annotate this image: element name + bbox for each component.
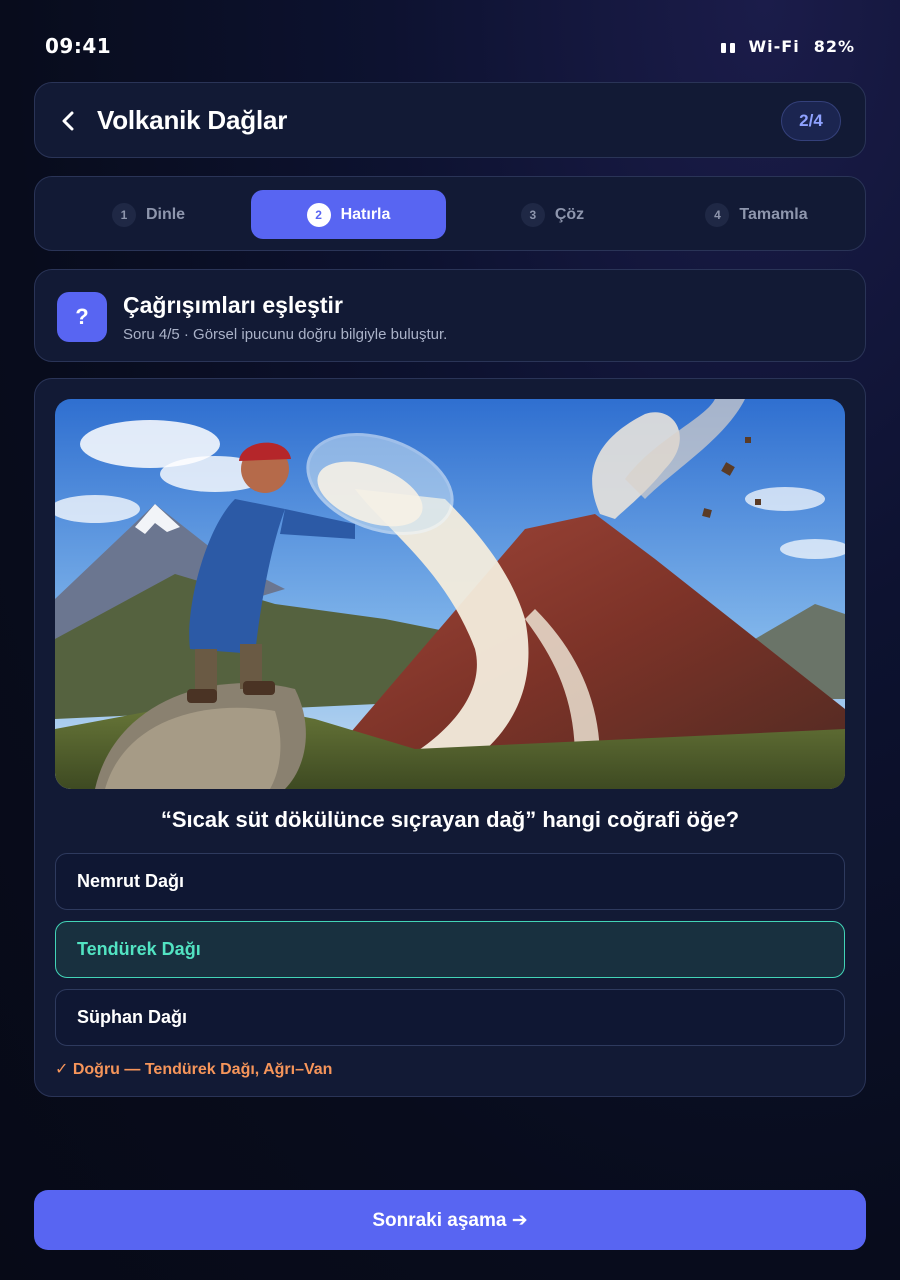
- option-label: Nemrut Dağı: [77, 871, 185, 891]
- step-tamamla[interactable]: 4 Tamamla: [659, 190, 854, 239]
- question-mark-icon: ?: [57, 292, 107, 342]
- stepper: 1 Dinle 2 Hatırla 3 Çöz 4 Tamamla: [34, 176, 866, 251]
- option-nemrut[interactable]: Nemrut Dağı: [55, 853, 845, 910]
- step-dinle[interactable]: 1 Dinle: [51, 190, 246, 239]
- signal-icon: [720, 41, 735, 53]
- next-stage-button[interactable]: Sonraki aşama ➔: [34, 1190, 866, 1250]
- option-label: Tendürek Dağı: [77, 939, 201, 959]
- step-label: Dinle: [145, 205, 186, 223]
- step-hatirla[interactable]: 2 Hatırla: [251, 190, 446, 239]
- battery-label: 82%: [813, 37, 855, 56]
- wifi-label: Wi-Fi: [748, 37, 800, 56]
- quiz-illustration: [55, 399, 845, 789]
- option-tendurek[interactable]: Tendürek Dağı: [55, 921, 845, 978]
- step-number: 3: [520, 202, 545, 227]
- quiz-card: “Sıcak süt dökülünce sıçrayan dağ” hangi…: [34, 378, 866, 1097]
- status-indicators: Wi-Fi 82%: [720, 37, 855, 56]
- page-title: Volkanik Dağlar: [97, 105, 288, 135]
- header-bar: Volkanik Dağlar 2/4: [34, 82, 866, 158]
- status-time: 09:41: [45, 34, 112, 58]
- step-label: Çöz: [554, 205, 585, 223]
- chevron-left-icon: [62, 111, 74, 131]
- task-header: ? Çağrışımları eşleştir Soru 4/5 · Görse…: [34, 269, 866, 362]
- step-label: Hatırla: [340, 205, 391, 223]
- feedback-message: ✓ Doğru — Tendürek Dağı, Ağrı–Van: [55, 1061, 333, 1078]
- step-number: 4: [705, 202, 730, 227]
- step-number: 1: [111, 202, 136, 227]
- step-label: Tamamla: [739, 205, 808, 223]
- step-coz[interactable]: 3 Çöz: [455, 190, 650, 239]
- option-label: Süphan Dağı: [77, 1007, 188, 1027]
- progress-badge: 2/4: [781, 101, 841, 141]
- task-title: Çağrışımları eşleştir: [123, 292, 343, 318]
- task-subtitle: Soru 4/5 · Görsel ipucunu doğru bilgiyle…: [123, 326, 448, 343]
- status-bar: 09:41 Wi-Fi 82%: [45, 34, 855, 62]
- option-suphan[interactable]: Süphan Dağı: [55, 989, 845, 1046]
- back-button[interactable]: [55, 105, 81, 137]
- question-text: “Sıcak süt dökülünce sıçrayan dağ” hangi…: [160, 807, 740, 832]
- step-number: 2: [306, 202, 331, 227]
